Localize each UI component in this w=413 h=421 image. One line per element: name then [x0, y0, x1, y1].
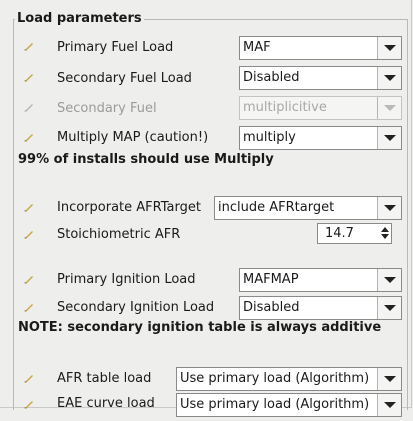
pencil-edit-icon[interactable]: [23, 273, 35, 285]
stoichiometric-afr-spinner[interactable]: 14.7: [317, 223, 392, 244]
stoichiometric-afr-label: Stoichiometric AFR: [57, 227, 181, 242]
secondary-ignition-load-select[interactable]: Disabled: [239, 296, 402, 320]
group-title: Load parameters: [15, 11, 144, 26]
primary-ignition-load-select[interactable]: MAFMAP: [239, 268, 402, 292]
primary-ignition-load-value: MAFMAP: [243, 272, 299, 287]
spinner-down-icon[interactable]: [380, 233, 390, 242]
dropdown-button[interactable]: [377, 37, 401, 59]
pencil-edit-icon[interactable]: [23, 372, 35, 384]
primary-fuel-load-select[interactable]: MAF: [239, 36, 402, 60]
pencil-edit-icon[interactable]: [23, 398, 35, 410]
dropdown-button[interactable]: [377, 197, 401, 219]
dropdown-button[interactable]: [377, 269, 401, 291]
afr-table-load-value: Use primary load (Algorithm): [180, 371, 370, 386]
multiply-map-select[interactable]: multiply: [239, 126, 402, 150]
incorporate-afrtarget-label: Incorporate AFRTarget: [57, 200, 201, 215]
pencil-edit-icon[interactable]: [23, 201, 35, 213]
dropdown-button: [377, 97, 401, 119]
chevron-down-icon: [384, 376, 396, 382]
pencil-edit-icon[interactable]: [23, 301, 35, 313]
afr-table-load-label: AFR table load: [57, 371, 152, 386]
multiply-map-value: multiply: [243, 130, 296, 145]
dropdown-button[interactable]: [377, 127, 401, 149]
chevron-down-icon: [384, 305, 396, 311]
dropdown-button[interactable]: [377, 67, 401, 89]
dropdown-button[interactable]: [377, 297, 401, 319]
chevron-down-icon: [384, 402, 396, 408]
dropdown-button[interactable]: [377, 394, 401, 416]
primary-ignition-load-label: Primary Ignition Load: [57, 272, 196, 287]
chevron-down-icon: [384, 75, 396, 81]
multiply-note: 99% of installs should use Multiply: [18, 152, 274, 167]
pencil-edit-disabled-icon: [23, 101, 35, 113]
secondary-fuel-select: multiplicitive: [239, 96, 402, 120]
load-parameters-panel: Load parameters Primary Fuel Load MAF Se…: [0, 0, 412, 417]
pencil-edit-icon[interactable]: [23, 71, 35, 83]
secondary-ignition-load-value: Disabled: [243, 300, 300, 315]
secondary-fuel-value: multiplicitive: [243, 100, 327, 115]
pencil-edit-icon[interactable]: [23, 228, 35, 240]
chevron-down-icon: [384, 105, 396, 111]
chevron-down-icon: [384, 277, 396, 283]
pencil-edit-icon[interactable]: [23, 40, 35, 52]
secondary-fuel-load-label: Secondary Fuel Load: [57, 71, 192, 86]
eae-curve-load-select[interactable]: Use primary load (Algorithm): [176, 393, 402, 417]
chevron-down-icon: [384, 205, 396, 211]
eae-curve-load-label: EAE curve load: [57, 396, 155, 411]
pencil-edit-icon[interactable]: [23, 131, 35, 143]
chevron-down-icon: [384, 135, 396, 141]
eae-curve-load-value: Use primary load (Algorithm): [180, 397, 370, 412]
incorporate-afrtarget-value: include AFRtarget: [218, 200, 335, 215]
incorporate-afrtarget-select[interactable]: include AFRtarget: [214, 196, 402, 220]
chevron-down-icon: [384, 45, 396, 51]
multiply-map-label: Multiply MAP (caution!): [57, 130, 209, 145]
secondary-fuel-label: Secondary Fuel: [57, 101, 157, 116]
ignition-note: NOTE: secondary ignition table is always…: [18, 320, 382, 335]
secondary-ignition-load-label: Secondary Ignition Load: [57, 300, 215, 315]
dropdown-button[interactable]: [377, 368, 401, 390]
secondary-fuel-load-select[interactable]: Disabled: [239, 66, 402, 90]
primary-fuel-load-label: Primary Fuel Load: [57, 40, 174, 55]
afr-table-load-select[interactable]: Use primary load (Algorithm): [176, 367, 402, 391]
primary-fuel-load-value: MAF: [243, 40, 271, 55]
stoichiometric-afr-value[interactable]: 14.7: [325, 226, 354, 241]
secondary-fuel-load-value: Disabled: [243, 70, 300, 85]
